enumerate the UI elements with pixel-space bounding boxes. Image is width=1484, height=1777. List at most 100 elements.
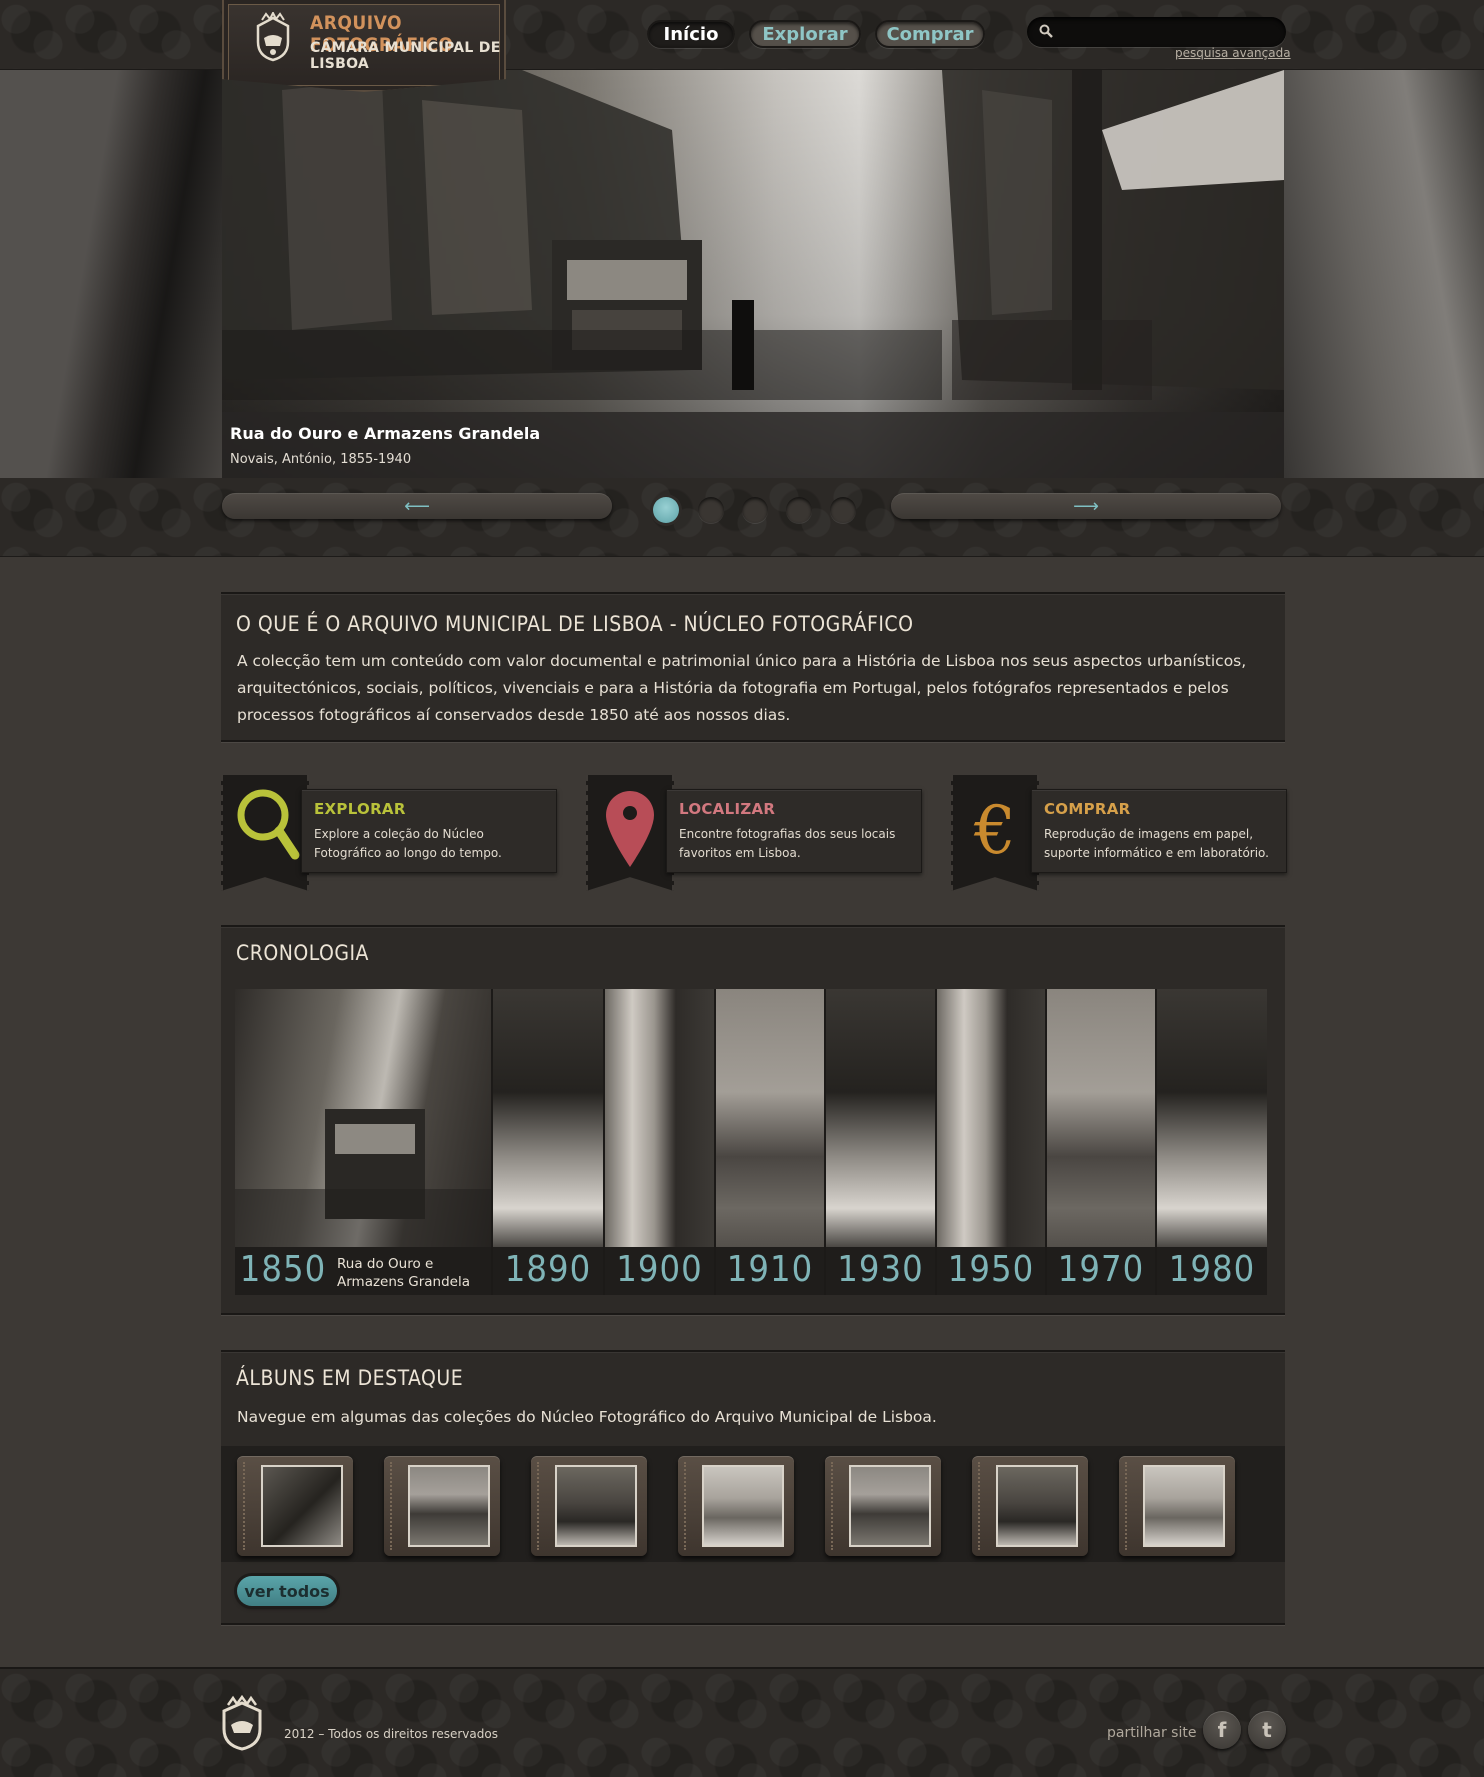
albuns-panel: ÁLBUNS EM DESTAQUE Navegue em algumas da… [221,1350,1285,1625]
feature-comprar-box: COMPRAR Reprodução de imagens em papel, … [1031,789,1287,873]
street-scene-image [222,70,1284,400]
album-item[interactable] [678,1456,794,1556]
feature-explorar-desc: Explore a coleção do Núcleo Fotográfico … [314,827,502,860]
timeline-label: 1950 [937,1247,1045,1295]
feature-ribbon [586,775,674,891]
album-thumbnail [408,1465,490,1547]
timeline-year: 1910 [726,1249,814,1290]
timeline-item-1850[interactable]: 1850 Rua do Ouro e Armazens Grandela [235,989,493,1295]
nav-explorar[interactable]: Explorar [749,20,861,48]
timeline-item-1980[interactable]: 1980 [1157,989,1267,1295]
slide-dot-4[interactable] [786,497,812,523]
timeline-item-1890[interactable]: 1890 [493,989,605,1295]
about-panel: O QUE É O ARQUIVO MUNICIPAL DE LISBOA - … [221,592,1285,742]
search-icon [1039,24,1053,38]
timeline-caption: Rua do Ouro e Armazens Grandela [337,1256,470,1290]
timeline-photo [1047,989,1155,1247]
copyright-text: 2012 – Todos os direitos reservados [284,1727,498,1741]
feature-ribbon [221,775,309,891]
timeline-year: 1950 [947,1249,1035,1290]
slide-dot-2[interactable] [698,497,724,523]
next-slide-button[interactable]: ⟶ [891,493,1281,519]
timeline-label: 1900 [605,1247,714,1295]
timeline-photo [1157,989,1267,1247]
timeline-strip: 1850 Rua do Ouro e Armazens Grandela 189… [235,989,1267,1295]
hero-photo-title: Rua do Ouro e Armazens Grandela [230,424,541,443]
timeline-photo [605,989,714,1247]
search-input[interactable] [1061,21,1276,43]
timeline-item-1910[interactable]: 1910 [716,989,826,1295]
timeline-year: 1900 [616,1249,703,1290]
hero-photo-credit: Novais, António, 1855-1940 [230,452,412,467]
feature-ribbon: € [951,775,1039,891]
cronologia-panel: CRONOLOGIA 1850 Rua do Ouro e Armazens G… [221,925,1285,1315]
hero-next-preview[interactable] [1284,70,1484,478]
album-item[interactable] [237,1456,353,1556]
slider-controls: ⟵ ⟶ [0,478,1484,557]
timeline-label: 1890 [493,1247,603,1295]
nav-comprar[interactable]: Comprar [875,20,985,48]
feature-explorar-title: EXPLORAR [314,800,406,818]
album-item[interactable] [972,1456,1088,1556]
timeline-label: 1980 [1157,1247,1267,1295]
hero-photo[interactable]: Rua do Ouro e Armazens Grandela Novais, … [222,70,1284,478]
prev-slide-button[interactable]: ⟵ [222,493,612,519]
twitter-icon[interactable]: t [1248,1711,1286,1749]
timeline-label: 1930 [826,1247,935,1295]
feature-comprar-desc: Reprodução de imagens em papel, suporte … [1044,827,1269,860]
site-logo[interactable]: ARQUIVO FOTOGRÁFICO CÂMARA MUNICIPAL DE … [222,0,506,92]
slide-dot-1[interactable] [653,497,679,523]
view-all-button[interactable]: ver todos [237,1576,337,1606]
feature-localizar-title: LOCALIZAR [679,800,776,818]
album-thumbnail [555,1465,637,1547]
timeline-photo [716,989,824,1247]
advanced-search-link[interactable]: pesquisa avançada [1175,46,1291,60]
logo-subtitle: CÂMARA MUNICIPAL DE LISBOA [310,40,501,72]
nav-inicio[interactable]: Início [647,20,735,48]
timeline-item-1970[interactable]: 1970 [1047,989,1157,1295]
album-thumbnail [261,1465,343,1547]
feature-localizar-desc: Encontre fotografias dos seus locais fav… [679,827,896,860]
timeline-year: 1980 [1168,1249,1256,1290]
arrow-right-icon: ⟶ [1073,496,1099,517]
search-box[interactable] [1027,17,1286,47]
timeline-year: 1890 [504,1249,592,1290]
timeline-item-1930[interactable]: 1930 [826,989,937,1295]
timeline-year: 1930 [837,1249,924,1290]
albuns-title: ÁLBUNS EM DESTAQUE [236,1366,464,1390]
city-crest-icon [222,1695,262,1751]
album-thumbnail [996,1465,1078,1547]
slide-dot-5[interactable] [830,497,856,523]
timeline-label: 1850 Rua do Ouro e Armazens Grandela [235,1247,491,1295]
album-item[interactable] [1119,1456,1235,1556]
album-strip [221,1446,1285,1562]
timeline-label: 1910 [716,1247,824,1295]
timeline-photo [826,989,935,1247]
albuns-desc: Navegue em algumas das coleções do Núcle… [237,1408,937,1426]
album-item[interactable] [531,1456,647,1556]
footer: 2012 – Todos os direitos reservados part… [0,1667,1484,1777]
slide-dot-3[interactable] [742,497,768,523]
timeline-label: 1970 [1047,1247,1155,1295]
facebook-icon[interactable]: f [1203,1711,1241,1749]
album-thumbnail [849,1465,931,1547]
arrow-left-icon: ⟵ [404,496,430,517]
about-title: O QUE É O ARQUIVO MUNICIPAL DE LISBOA - … [236,612,914,636]
hero-caption: Rua do Ouro e Armazens Grandela Novais, … [222,412,1284,478]
feature-comprar-title: COMPRAR [1044,800,1131,818]
feature-explorar-box: EXPLORAR Explore a coleção do Núcleo Fot… [301,789,557,873]
svg-text:€: € [973,792,1016,869]
hero-prev-preview[interactable] [0,70,222,478]
cronologia-title: CRONOLOGIA [236,941,369,965]
album-thumbnail [1143,1465,1225,1547]
timeline-year: 1970 [1057,1249,1145,1290]
hero-slider: Rua do Ouro e Armazens Grandela Novais, … [0,70,1484,478]
timeline-item-1900[interactable]: 1900 [605,989,716,1295]
feature-localizar-box: LOCALIZAR Encontre fotografias dos seus … [666,789,922,873]
timeline-photo [235,989,491,1247]
euro-icon: € [973,792,1016,869]
share-label: partilhar site [1107,1725,1197,1741]
album-item[interactable] [825,1456,941,1556]
timeline-item-1950[interactable]: 1950 [937,989,1047,1295]
album-item[interactable] [384,1456,500,1556]
